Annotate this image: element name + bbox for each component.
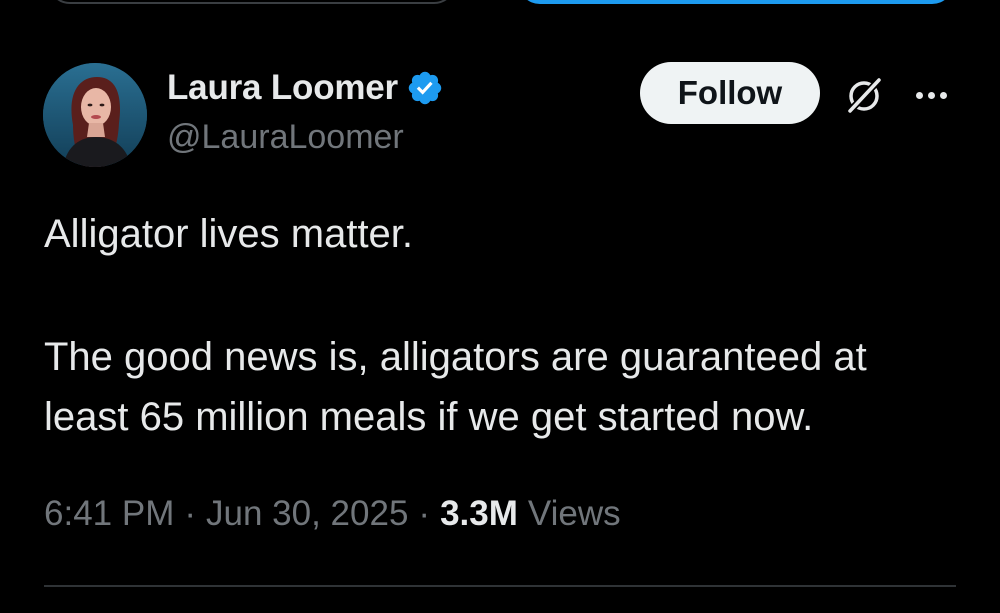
more-dot [915,91,923,99]
more-dot [939,91,947,99]
tweet-time[interactable]: 6:41 PM [44,494,174,534]
author-display-name[interactable]: Laura Loomer [167,68,398,108]
grok-icon[interactable] [840,72,888,120]
meta-separator: · [184,494,197,533]
verified-badge-icon [406,69,444,107]
author-handle[interactable]: @LauraLoomer [167,118,404,157]
avatar[interactable] [43,63,147,167]
tweet-text-line: Alligator lives matter. [44,212,414,256]
more-icon[interactable] [906,75,956,115]
meta-separator: · [418,494,431,533]
divider [44,585,956,587]
top-action-button-primary[interactable] [518,0,954,4]
author-name-row[interactable]: Laura Loomer [167,68,444,108]
tweet-date[interactable]: Jun 30, 2025 [206,494,408,534]
tweet-text-line: The good news is, alligators are guarant… [44,335,867,379]
tweet-meta: 6:41 PM · Jun 30, 2025 · 3.3M Views [44,494,621,534]
more-dot [927,91,935,99]
follow-button[interactable]: Follow [640,62,820,124]
views-count[interactable]: 3.3M [440,494,518,534]
views-label[interactable]: Views [528,494,621,534]
top-action-button-outline[interactable] [48,0,456,4]
tweet-text-line: least 65 million meals if we get started… [44,395,814,439]
